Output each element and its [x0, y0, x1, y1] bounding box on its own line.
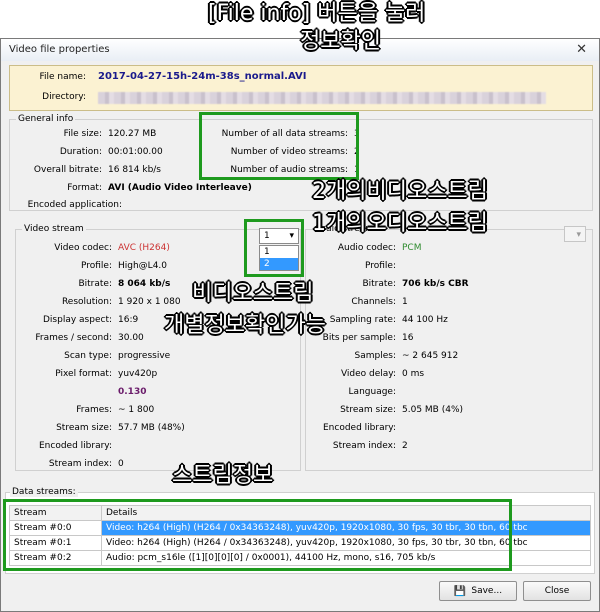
video-profile-label: Profile: — [80, 261, 112, 271]
fps-label: Frames / second: — [35, 333, 112, 343]
resolution-label: Resolution: — [61, 297, 112, 307]
annotation-two-video-streams: 2개의비디오스트림 — [312, 179, 488, 204]
video-profile-value: High@L4.0 — [118, 261, 168, 271]
chevron-down-icon: ▾ — [576, 230, 581, 240]
audio-stream-index-value: 2 — [402, 441, 408, 451]
general-info-title: General info — [16, 114, 76, 124]
resolution-value: 1 920 x 1 080 — [118, 297, 181, 307]
video-stream-title: Video stream — [22, 224, 86, 234]
file-size-label: File size: — [63, 129, 102, 139]
video-stream-index-label: Stream index: — [48, 459, 112, 469]
close-button[interactable]: Close — [523, 581, 591, 601]
audio-stream-group: Audio stream ▾ Audio codec: PCM Profile:… — [305, 224, 593, 471]
sampling-rate-value: 44 100 Hz — [402, 315, 448, 325]
frames-label: Frames: — [76, 405, 112, 415]
file-size-value: 120.27 MB — [108, 129, 157, 139]
file-name-label: File name: — [39, 72, 86, 82]
language-label: Language: — [348, 387, 396, 397]
directory-value-redacted — [98, 92, 546, 104]
audio-codec-value: PCM — [402, 243, 422, 253]
annotation-individual-info: 개별정보확인가능 — [164, 313, 326, 338]
video-bitrate-label: Bitrate: — [78, 279, 112, 289]
directory-label: Directory: — [42, 92, 86, 102]
video-stream-size-value: 57.7 MB (48%) — [118, 423, 185, 433]
audio-profile-label: Profile: — [364, 261, 396, 271]
overall-bitrate-label: Overall bitrate: — [33, 165, 102, 175]
samples-value: ~ 2 645 912 — [402, 351, 459, 361]
fps-value: 30.00 — [118, 333, 144, 343]
audio-stream-index-label: Stream index: — [332, 441, 396, 451]
data-streams-title: Data streams: — [10, 487, 78, 497]
audio-bitrate-label: Bitrate: — [362, 279, 396, 289]
video-codec-value: AVC (H264) — [118, 243, 170, 253]
format-label: Format: — [67, 183, 102, 193]
pixel-format-value: yuv420p — [118, 369, 158, 379]
audio-codec-label: Audio codec: — [337, 243, 396, 253]
bits-per-pixel-value: 0.130 — [118, 387, 147, 397]
pixel-format-label: Pixel format: — [55, 369, 112, 379]
stream-count-highlight — [199, 112, 359, 180]
duration-label: Duration: — [59, 147, 102, 157]
data-streams-highlight — [3, 499, 512, 571]
video-selector-highlight — [244, 219, 304, 277]
video-encoded-library-label: Encoded library: — [38, 441, 112, 451]
format-value: AVI (Audio Video Interleave) — [108, 183, 252, 193]
scan-type-label: Scan type: — [64, 351, 112, 361]
samples-label: Samples: — [354, 351, 396, 361]
display-aspect-label: Display aspect: — [43, 315, 112, 325]
display-aspect-value: 16:9 — [118, 315, 139, 325]
annotation-stream-info: 스트림정보 — [172, 463, 274, 488]
overall-bitrate-value: 16 814 kb/s — [108, 165, 161, 175]
save-button[interactable]: 💾 Save... — [439, 581, 517, 601]
video-bitrate-value: 8 064 kb/s — [118, 279, 171, 289]
channels-value: 1 — [402, 297, 408, 307]
video-delay-value: 0 ms — [402, 369, 425, 379]
channels-label: Channels: — [351, 297, 396, 307]
frames-value: ~ 1 800 — [118, 405, 155, 415]
audio-encoded-library-label: Encoded library: — [322, 423, 396, 433]
close-icon[interactable]: ✕ — [576, 42, 587, 57]
file-name-value: 2017-04-27-15h-24m-38s_normal.AVI — [98, 71, 307, 82]
video-delay-label: Video delay: — [340, 369, 396, 379]
file-info-box: File name: 2017-04-27-15h-24m-38s_normal… — [9, 65, 593, 111]
audio-bitrate-value: 706 kb/s CBR — [402, 279, 469, 289]
scan-type-value: progressive — [118, 351, 171, 361]
annotation-one-audio-stream: 1개의오디오스트림 — [312, 211, 488, 236]
bits-per-sample-value: 16 — [402, 333, 414, 343]
annotation-check-info: 정보확인 — [300, 29, 381, 54]
video-stream-size-label: Stream size: — [56, 423, 112, 433]
close-button-label: Close — [544, 586, 570, 596]
encoded-application-label: Encoded application: — [27, 200, 122, 210]
floppy-disk-icon: 💾 — [453, 585, 467, 597]
duration-value: 00:01:00.00 — [108, 147, 163, 157]
video-stream-index-value: 0 — [118, 459, 124, 469]
audio-stream-selector[interactable]: ▾ — [564, 226, 586, 242]
video-codec-label: Video codec: — [54, 243, 112, 253]
audio-stream-size-label: Stream size: — [340, 405, 396, 415]
annotation-video-stream: 비디오스트림 — [192, 281, 314, 306]
annotation-file-info: [File info] 버튼을 눌러 — [208, 1, 426, 26]
audio-stream-size-value: 5.05 MB (4%) — [402, 405, 464, 415]
window-title: Video file properties — [9, 44, 110, 55]
save-button-label: Save... — [471, 586, 503, 596]
